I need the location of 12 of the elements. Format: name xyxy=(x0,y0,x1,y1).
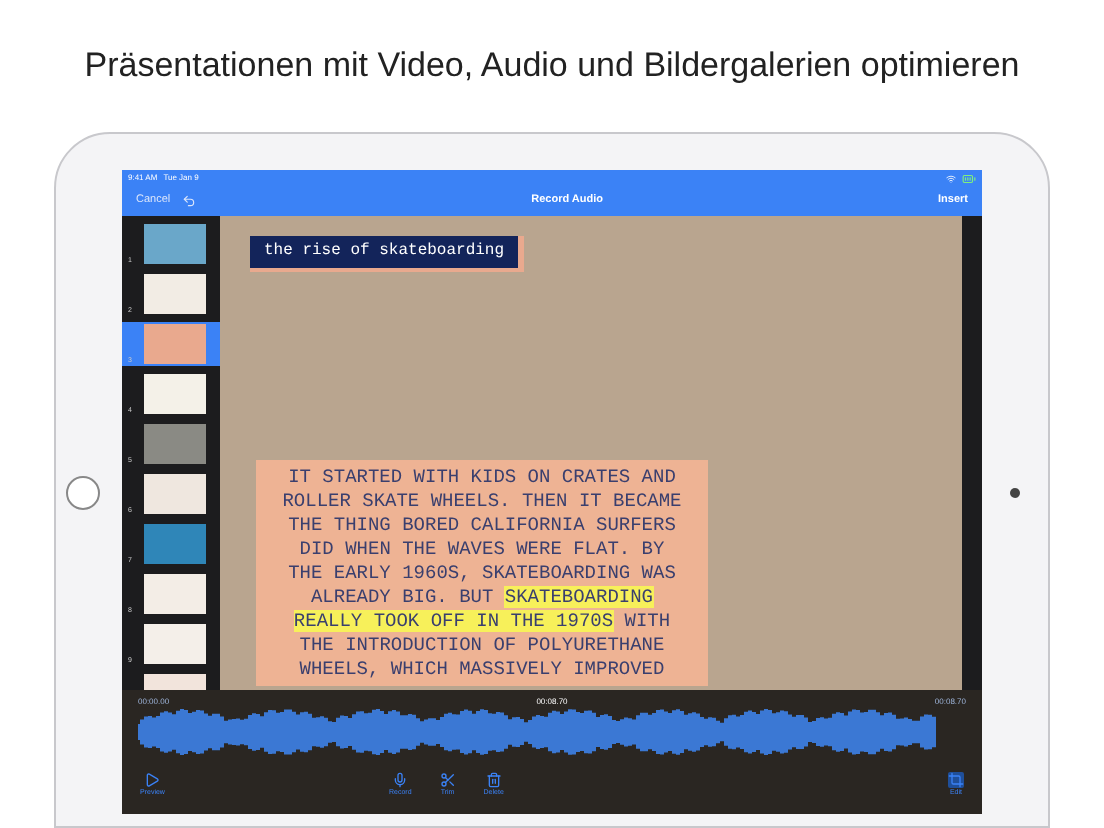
headline: Präsentationen mit Video, Audio und Bildergalerien optimieren xyxy=(84,44,1020,88)
home-button[interactable] xyxy=(66,476,100,510)
mic-icon xyxy=(392,771,409,787)
scissors-icon xyxy=(439,771,456,787)
play-icon xyxy=(144,771,161,787)
slide-title: the rise of skateboarding xyxy=(250,236,525,272)
slide-body-text: IT STARTED WITH KIDS ON CRATES AND ROLLER SKATE WHEELS. THEN IT BECAME THE THING BORED CALIFORNIA SURFERS DID WHEN THE WAVES WERE FLAT. BY THE EARLY 1960S, SKATEBOARDING WAS ALREADY BIG. BUT SKATEBOARDING REALLY TOOK OFF IN THE 1970S WITH THE INTRODUCTION OF POLYURETHANE WHEELS, WHICH MASSIVELY IMPROVED xyxy=(256,460,708,686)
battery-icon xyxy=(962,171,976,185)
crop-icon xyxy=(947,771,964,787)
trash-icon xyxy=(485,771,502,787)
wifi-icon xyxy=(946,173,956,183)
undo-icon[interactable] xyxy=(182,194,197,208)
